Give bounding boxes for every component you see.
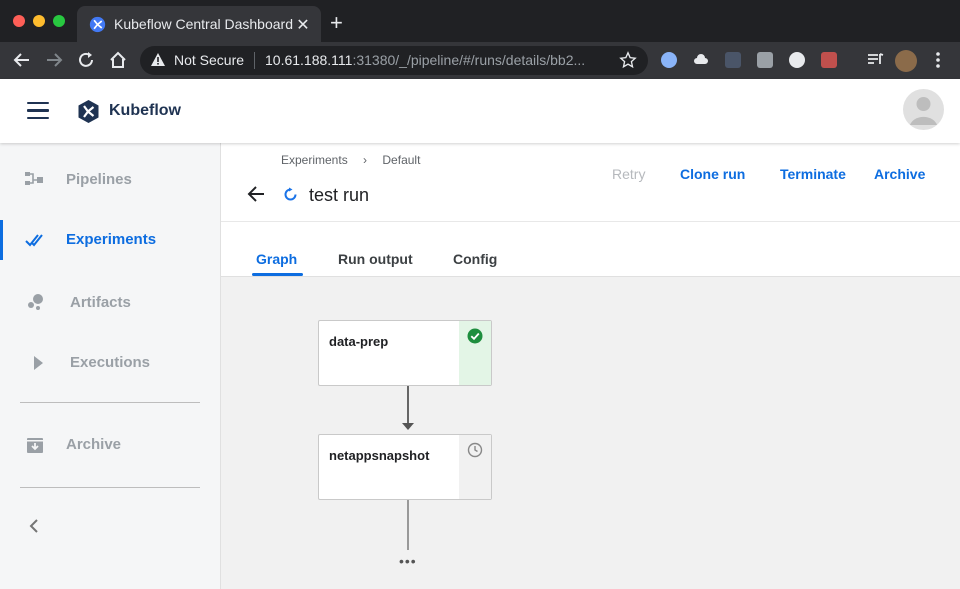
node-label: netappsnapshot: [329, 448, 430, 463]
person-icon: [910, 97, 937, 125]
sidebar-item-label: Executions: [70, 354, 151, 371]
sidebar-item-archive[interactable]: Archive: [0, 425, 220, 465]
warning-icon[interactable]: [150, 52, 166, 68]
node-label: data-prep: [329, 334, 389, 349]
sidebar-divider: [20, 402, 200, 403]
terminate-button[interactable]: Terminate: [780, 166, 846, 182]
sidebar-item-label: Archive: [66, 436, 122, 453]
tab-run-output[interactable]: Run output: [338, 251, 413, 267]
account-avatar[interactable]: [903, 89, 944, 130]
url-text[interactable]: 10.61.188.111:31380/_/pipeline/#/runs/de…: [265, 52, 585, 68]
omnibox-divider: [254, 52, 255, 69]
chevron-left-icon[interactable]: [26, 517, 42, 535]
pipeline-graph[interactable]: data-prep netappsnapshot •••: [221, 276, 960, 589]
success-check-icon: [467, 328, 483, 344]
back-arrow-icon[interactable]: [247, 185, 265, 203]
bookmark-star-icon[interactable]: [619, 51, 637, 69]
sidebar: Pipelines Experiments Artifacts Executio…: [0, 143, 221, 589]
sidebar-divider: [20, 487, 200, 488]
graph-node-data-prep[interactable]: data-prep: [318, 320, 492, 386]
browser-tab[interactable]: Kubeflow Central Dashboard ✕: [77, 6, 321, 42]
extension-circle-icon[interactable]: [789, 52, 805, 68]
more-nodes-indicator: •••: [399, 553, 417, 569]
clone-run-button[interactable]: Clone run: [680, 166, 745, 182]
brand-name[interactable]: Kubeflow: [109, 102, 181, 120]
menu-icon[interactable]: [27, 102, 49, 120]
edge-arrowhead-icon: [402, 423, 414, 430]
address-bar[interactable]: Not Secure 10.61.188.111:31380/_/pipelin…: [140, 46, 648, 75]
extension-1password-icon[interactable]: [661, 52, 677, 68]
app-header: Kubeflow: [0, 79, 960, 143]
browser-tab-strip: Kubeflow Central Dashboard ✕ +: [0, 0, 960, 42]
security-label: Not Secure: [174, 52, 245, 68]
back-nav-icon[interactable]: [12, 50, 32, 70]
breadcrumb-experiments[interactable]: Experiments: [281, 153, 348, 167]
node-status: [459, 321, 491, 385]
media-queue-icon[interactable]: [865, 50, 885, 70]
sidebar-item-pipelines[interactable]: Pipelines: [0, 160, 220, 200]
extension-red-icon[interactable]: [821, 52, 837, 68]
tab-graph[interactable]: Graph: [256, 251, 297, 267]
clock-icon: [467, 442, 483, 458]
page-title: test run: [309, 185, 370, 205]
node-status: [459, 435, 491, 499]
extension-layers-icon[interactable]: [757, 52, 773, 68]
pipelines-icon: [25, 172, 43, 185]
graph-node-netappsnapshot[interactable]: netappsnapshot: [318, 434, 492, 500]
archive-icon: [27, 438, 43, 453]
tab-title: Kubeflow Central Dashboard: [114, 16, 293, 32]
window-minimize-button[interactable]: [33, 15, 45, 27]
tab-close-icon[interactable]: ✕: [294, 15, 312, 35]
breadcrumb: Experiments › Default: [281, 153, 432, 167]
tab-config[interactable]: Config: [453, 251, 497, 267]
window-maximize-button[interactable]: [53, 15, 65, 27]
running-status-icon: [284, 187, 297, 201]
extension-cloud-icon[interactable]: [693, 52, 709, 68]
graph-edge: [407, 500, 409, 550]
play-icon: [34, 356, 43, 370]
kebab-menu-icon[interactable]: [928, 50, 948, 70]
artifacts-icon: [28, 294, 43, 310]
home-icon[interactable]: [108, 50, 128, 70]
experiments-icon: [25, 234, 43, 247]
window-close-button[interactable]: [13, 15, 25, 27]
sidebar-item-label: Experiments: [66, 231, 157, 248]
sidebar-item-executions[interactable]: Executions: [0, 343, 220, 383]
sidebar-item-label: Pipelines: [66, 171, 132, 188]
kubeflow-logo-icon[interactable]: [76, 99, 101, 124]
graph-edge: [407, 386, 409, 426]
new-tab-icon[interactable]: +: [330, 12, 343, 34]
extension-cube-icon[interactable]: [725, 52, 741, 68]
retry-button[interactable]: Retry: [612, 166, 645, 182]
breadcrumb-default[interactable]: Default: [382, 153, 420, 167]
kubeflow-favicon-icon: [89, 16, 106, 33]
run-details: Experiments › Default test run Retry Clo…: [221, 143, 960, 589]
reload-icon[interactable]: [76, 50, 96, 70]
archive-button[interactable]: Archive: [874, 166, 925, 182]
header-divider: [221, 221, 960, 222]
sidebar-item-experiments[interactable]: Experiments: [0, 220, 220, 260]
sidebar-item-artifacts[interactable]: Artifacts: [0, 283, 220, 323]
url-path: :31380/_/pipeline/#/runs/details/bb2...: [352, 52, 586, 68]
forward-nav-icon[interactable]: [44, 50, 64, 70]
browser-toolbar: Not Secure 10.61.188.111:31380/_/pipelin…: [0, 42, 960, 79]
url-host: 10.61.188.111: [265, 52, 353, 68]
profile-avatar-icon[interactable]: [895, 50, 917, 72]
sidebar-item-label: Artifacts: [70, 294, 131, 311]
breadcrumb-separator: ›: [363, 153, 368, 167]
